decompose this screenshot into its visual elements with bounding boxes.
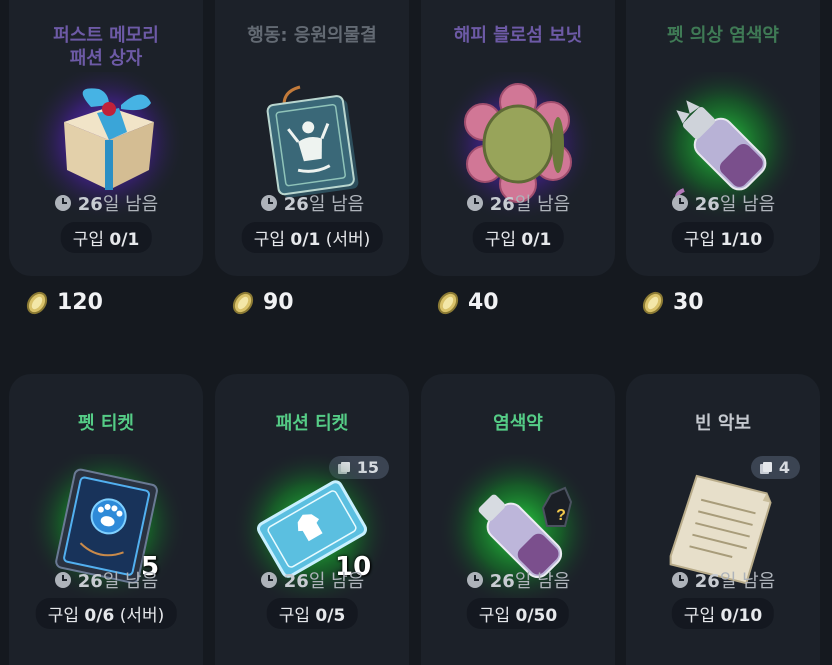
shop-item-card-blank-score[interactable]: 빈 악보 4 26일 남음 구입 0/10 [626, 374, 820, 665]
remaining-time: 26일 남음 [626, 190, 820, 216]
purchase-limit: 구입 0/1 [60, 222, 152, 253]
shop-item-card-dye[interactable]: 염색약 ? 26일 남음 구입 0/50 [421, 374, 615, 665]
purchase-limit: 구입 0/10 [671, 598, 775, 629]
shop-item-card-action-cheer-wave[interactable]: 행동: 응원의물결 26일 남음 구입 0/1 (서버) [215, 0, 409, 276]
purchase-limit: 구입 0/50 [466, 598, 570, 629]
coin-icon [642, 291, 664, 314]
item-title: 펫 티켓 [78, 413, 134, 434]
item-title: 행동: 응원의물결 [247, 25, 377, 46]
shop-item-card-fashion-ticket[interactable]: 패션 티켓 15 10 26일 남음 구입 0/5 [215, 374, 409, 665]
item-title: 빈 악보 [695, 413, 751, 434]
clock-icon [260, 572, 277, 588]
item-title: 해피 블로섬 보닛 [453, 25, 583, 46]
item-price: 30 [641, 290, 704, 315]
shop-item-card-pet-outfit-dye[interactable]: 펫 의상 염색약 26일 남음 구입 1/10 [626, 0, 820, 276]
item-title: 퍼스트 메모리 패션 상자 [53, 25, 159, 69]
remaining-time: 26일 남음 [9, 567, 203, 593]
remaining-time: 26일 남음 [421, 190, 615, 216]
purchase-limit: 구입 0/5 [266, 598, 358, 629]
clock-icon [671, 572, 688, 588]
item-title: 펫 의상 염색약 [667, 25, 779, 46]
remaining-time: 26일 남음 [9, 190, 203, 216]
remaining-time: 26일 남음 [215, 190, 409, 216]
clock-icon [54, 195, 71, 211]
shop-item-card-pet-ticket[interactable]: 펫 티켓 5 26일 남음 구입 0/6 (서버) [9, 374, 203, 665]
item-price: 90 [231, 290, 294, 315]
coin-icon [232, 291, 254, 314]
shop-item-card-first-memory-box[interactable]: 퍼스트 메모리 패션 상자 26일 남음 구입 0/1 [9, 0, 203, 276]
purchase-limit: 구입 0/1 [472, 222, 564, 253]
shop-item-card-happy-blossom-bonnet[interactable]: 해피 블로섬 보닛 26일 남음 구입 0/1 [421, 0, 615, 276]
purchase-limit: 구입 0/1 (서버) [241, 222, 383, 253]
clock-icon [260, 195, 277, 211]
item-price: 40 [436, 290, 499, 315]
clock-icon [54, 572, 71, 588]
remaining-time: 26일 남음 [421, 567, 615, 593]
coin-icon [26, 291, 48, 314]
clock-icon [671, 195, 688, 211]
item-price: 120 [25, 290, 103, 315]
item-title: 염색약 [493, 413, 543, 434]
clock-icon [466, 195, 483, 211]
remaining-time: 26일 남음 [215, 567, 409, 593]
purchase-limit: 구입 1/10 [671, 222, 775, 253]
remaining-time: 26일 남음 [626, 567, 820, 593]
svg-text:?: ? [556, 507, 566, 524]
coin-icon [437, 291, 459, 314]
item-title: 패션 티켓 [275, 413, 349, 434]
clock-icon [466, 572, 483, 588]
purchase-limit: 구입 0/6 (서버) [35, 598, 177, 629]
